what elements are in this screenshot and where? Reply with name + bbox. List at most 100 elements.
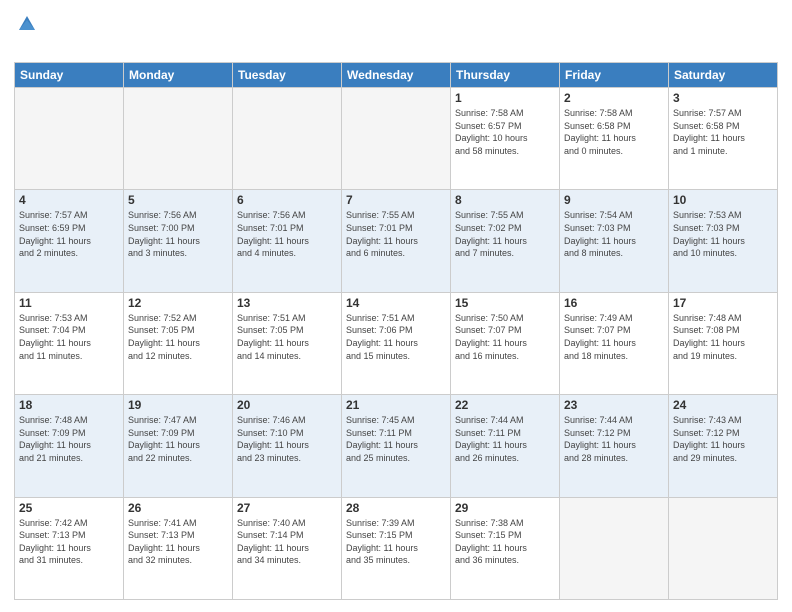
day-info: Sunrise: 7:53 AM Sunset: 7:04 PM Dayligh… — [19, 312, 119, 362]
calendar-cell: 27 Sunrise: 7:40 AM Sunset: 7:14 PM Dayli… — [233, 497, 342, 599]
calendar-cell: 11 Sunrise: 7:53 AM Sunset: 7:04 PM Dayli… — [15, 292, 124, 394]
calendar-cell: 22 Sunrise: 7:44 AM Sunset: 7:11 PM Dayli… — [451, 395, 560, 497]
day-info: Sunrise: 7:52 AM Sunset: 7:05 PM Dayligh… — [128, 312, 228, 362]
day-number: 25 — [19, 501, 119, 515]
calendar-cell — [124, 88, 233, 190]
calendar-cell: 12 Sunrise: 7:52 AM Sunset: 7:05 PM Dayli… — [124, 292, 233, 394]
day-info: Sunrise: 7:55 AM Sunset: 7:02 PM Dayligh… — [455, 209, 555, 259]
day-info: Sunrise: 7:58 AM Sunset: 6:58 PM Dayligh… — [564, 107, 664, 157]
calendar-cell: 19 Sunrise: 7:47 AM Sunset: 7:09 PM Dayli… — [124, 395, 233, 497]
day-info: Sunrise: 7:44 AM Sunset: 7:12 PM Dayligh… — [564, 414, 664, 464]
day-number: 27 — [237, 501, 337, 515]
day-number: 11 — [19, 296, 119, 310]
day-number: 18 — [19, 398, 119, 412]
calendar-cell: 9 Sunrise: 7:54 AM Sunset: 7:03 PM Daylig… — [560, 190, 669, 292]
day-number: 4 — [19, 193, 119, 207]
day-number: 29 — [455, 501, 555, 515]
calendar-cell: 8 Sunrise: 7:55 AM Sunset: 7:02 PM Daylig… — [451, 190, 560, 292]
calendar-table: SundayMondayTuesdayWednesdayThursdayFrid… — [14, 62, 778, 600]
calendar-day-header: Wednesday — [342, 63, 451, 88]
day-number: 9 — [564, 193, 664, 207]
day-number: 20 — [237, 398, 337, 412]
day-info: Sunrise: 7:57 AM Sunset: 6:58 PM Dayligh… — [673, 107, 773, 157]
header — [14, 12, 778, 54]
day-number: 7 — [346, 193, 446, 207]
calendar-cell: 26 Sunrise: 7:41 AM Sunset: 7:13 PM Dayli… — [124, 497, 233, 599]
calendar-cell — [233, 88, 342, 190]
calendar-day-header: Friday — [560, 63, 669, 88]
calendar-cell — [669, 497, 778, 599]
day-number: 6 — [237, 193, 337, 207]
day-number: 23 — [564, 398, 664, 412]
day-info: Sunrise: 7:51 AM Sunset: 7:05 PM Dayligh… — [237, 312, 337, 362]
day-info: Sunrise: 7:42 AM Sunset: 7:13 PM Dayligh… — [19, 517, 119, 567]
calendar-cell: 25 Sunrise: 7:42 AM Sunset: 7:13 PM Dayli… — [15, 497, 124, 599]
calendar-day-header: Saturday — [669, 63, 778, 88]
calendar-cell: 13 Sunrise: 7:51 AM Sunset: 7:05 PM Dayli… — [233, 292, 342, 394]
page: SundayMondayTuesdayWednesdayThursdayFrid… — [0, 0, 792, 612]
calendar-header-row: SundayMondayTuesdayWednesdayThursdayFrid… — [15, 63, 778, 88]
calendar-cell: 6 Sunrise: 7:56 AM Sunset: 7:01 PM Daylig… — [233, 190, 342, 292]
day-number: 24 — [673, 398, 773, 412]
calendar-cell: 10 Sunrise: 7:53 AM Sunset: 7:03 PM Dayli… — [669, 190, 778, 292]
calendar-cell: 1Sunrise: 7:58 AM Sunset: 6:57 PM Daylig… — [451, 88, 560, 190]
day-info: Sunrise: 7:54 AM Sunset: 7:03 PM Dayligh… — [564, 209, 664, 259]
day-info: Sunrise: 7:58 AM Sunset: 6:57 PM Dayligh… — [455, 107, 555, 157]
calendar-cell: 29 Sunrise: 7:38 AM Sunset: 7:15 PM Dayli… — [451, 497, 560, 599]
day-info: Sunrise: 7:51 AM Sunset: 7:06 PM Dayligh… — [346, 312, 446, 362]
calendar-week-row: 18 Sunrise: 7:48 AM Sunset: 7:09 PM Dayli… — [15, 395, 778, 497]
day-info: Sunrise: 7:40 AM Sunset: 7:14 PM Dayligh… — [237, 517, 337, 567]
day-number: 16 — [564, 296, 664, 310]
calendar-day-header: Thursday — [451, 63, 560, 88]
day-info: Sunrise: 7:56 AM Sunset: 7:00 PM Dayligh… — [128, 209, 228, 259]
calendar-cell: 15 Sunrise: 7:50 AM Sunset: 7:07 PM Dayli… — [451, 292, 560, 394]
calendar-cell: 16 Sunrise: 7:49 AM Sunset: 7:07 PM Dayli… — [560, 292, 669, 394]
day-info: Sunrise: 7:49 AM Sunset: 7:07 PM Dayligh… — [564, 312, 664, 362]
day-number: 3 — [673, 91, 773, 105]
day-info: Sunrise: 7:46 AM Sunset: 7:10 PM Dayligh… — [237, 414, 337, 464]
day-info: Sunrise: 7:38 AM Sunset: 7:15 PM Dayligh… — [455, 517, 555, 567]
day-number: 21 — [346, 398, 446, 412]
day-number: 10 — [673, 193, 773, 207]
day-number: 15 — [455, 296, 555, 310]
calendar-cell: 18 Sunrise: 7:48 AM Sunset: 7:09 PM Dayli… — [15, 395, 124, 497]
calendar-cell: 17Sunrise: 7:48 AM Sunset: 7:08 PM Dayli… — [669, 292, 778, 394]
calendar-day-header: Tuesday — [233, 63, 342, 88]
calendar-week-row: 1Sunrise: 7:58 AM Sunset: 6:57 PM Daylig… — [15, 88, 778, 190]
calendar-day-header: Monday — [124, 63, 233, 88]
day-info: Sunrise: 7:43 AM Sunset: 7:12 PM Dayligh… — [673, 414, 773, 464]
calendar-cell: 7 Sunrise: 7:55 AM Sunset: 7:01 PM Daylig… — [342, 190, 451, 292]
calendar-cell — [15, 88, 124, 190]
day-info: Sunrise: 7:50 AM Sunset: 7:07 PM Dayligh… — [455, 312, 555, 362]
calendar-week-row: 4 Sunrise: 7:57 AM Sunset: 6:59 PM Daylig… — [15, 190, 778, 292]
day-number: 13 — [237, 296, 337, 310]
day-info: Sunrise: 7:41 AM Sunset: 7:13 PM Dayligh… — [128, 517, 228, 567]
day-info: Sunrise: 7:53 AM Sunset: 7:03 PM Dayligh… — [673, 209, 773, 259]
day-info: Sunrise: 7:45 AM Sunset: 7:11 PM Dayligh… — [346, 414, 446, 464]
calendar-cell: 2 Sunrise: 7:58 AM Sunset: 6:58 PM Daylig… — [560, 88, 669, 190]
day-number: 28 — [346, 501, 446, 515]
day-number: 12 — [128, 296, 228, 310]
calendar-cell — [342, 88, 451, 190]
calendar-cell: 20 Sunrise: 7:46 AM Sunset: 7:10 PM Dayli… — [233, 395, 342, 497]
day-info: Sunrise: 7:47 AM Sunset: 7:09 PM Dayligh… — [128, 414, 228, 464]
day-number: 17 — [673, 296, 773, 310]
day-info: Sunrise: 7:56 AM Sunset: 7:01 PM Dayligh… — [237, 209, 337, 259]
day-number: 22 — [455, 398, 555, 412]
day-info: Sunrise: 7:48 AM Sunset: 7:09 PM Dayligh… — [19, 414, 119, 464]
calendar-week-row: 25 Sunrise: 7:42 AM Sunset: 7:13 PM Dayli… — [15, 497, 778, 599]
calendar-cell: 4 Sunrise: 7:57 AM Sunset: 6:59 PM Daylig… — [15, 190, 124, 292]
calendar-day-header: Sunday — [15, 63, 124, 88]
logo-icon — [16, 12, 38, 34]
calendar-cell — [560, 497, 669, 599]
day-info: Sunrise: 7:57 AM Sunset: 6:59 PM Dayligh… — [19, 209, 119, 259]
day-number: 8 — [455, 193, 555, 207]
day-number: 26 — [128, 501, 228, 515]
calendar-cell: 3 Sunrise: 7:57 AM Sunset: 6:58 PM Daylig… — [669, 88, 778, 190]
calendar-cell: 23 Sunrise: 7:44 AM Sunset: 7:12 PM Dayli… — [560, 395, 669, 497]
day-number: 2 — [564, 91, 664, 105]
day-info: Sunrise: 7:55 AM Sunset: 7:01 PM Dayligh… — [346, 209, 446, 259]
day-number: 5 — [128, 193, 228, 207]
day-info: Sunrise: 7:44 AM Sunset: 7:11 PM Dayligh… — [455, 414, 555, 464]
day-number: 19 — [128, 398, 228, 412]
